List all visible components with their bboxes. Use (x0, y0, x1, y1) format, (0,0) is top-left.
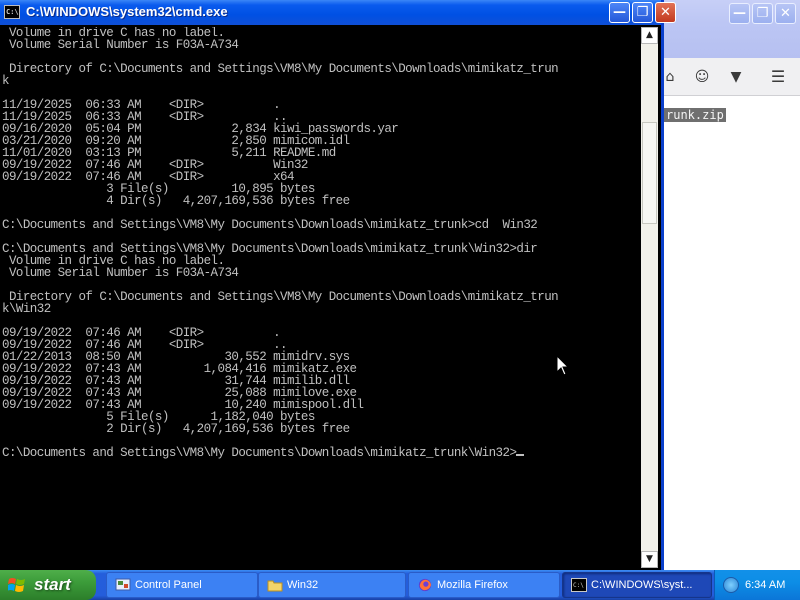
text-cursor (516, 454, 525, 456)
mouse-pointer-icon (556, 355, 570, 376)
console-line: Directory of C:\Documents and Settings\V… (2, 62, 559, 76)
taskbar-item-cmd[interactable]: C:\ C:\WINDOWS\syst... (562, 572, 712, 598)
taskbar-item-label: Mozilla Firefox (437, 579, 508, 591)
taskbar-item-control-panel[interactable]: Control Panel (106, 572, 258, 598)
console-line: Directory of C:\Documents and Settings\V… (2, 290, 559, 304)
download-file-chip[interactable]: runk.zip (664, 108, 726, 122)
console-area[interactable]: Volume in drive C has no label. Volume S… (0, 25, 661, 570)
start-button[interactable]: start (0, 570, 96, 600)
cmd-titlebar[interactable]: C:\ C:\WINDOWS\system32\cmd.exe — ❐ ✕ (0, 0, 676, 25)
network-icon[interactable] (723, 577, 739, 593)
console-line: 4 Dir(s) 4,207,169,536 bytes free (2, 194, 350, 208)
svg-text:C:\: C:\ (573, 582, 584, 589)
console-line: k\Win32 (2, 302, 51, 316)
scroll-thumb[interactable] (642, 122, 657, 224)
firefox-titlebar[interactable]: — ❐ ✕ (664, 0, 800, 58)
firefox-restore-button[interactable]: ❐ (752, 3, 773, 24)
close-button[interactable]: ✕ (655, 2, 676, 23)
menu-icon[interactable]: ☰ (770, 69, 786, 85)
firefox-icon (418, 578, 432, 592)
console-line: Volume Serial Number is F03A-A734 (2, 38, 239, 52)
folder-icon (267, 580, 283, 592)
window-title: C:\WINDOWS\system32\cmd.exe (26, 4, 228, 19)
firefox-window[interactable]: — ❐ ✕ ⌂ ☺ ▼ ☰ runk.zip (664, 0, 800, 570)
console-output: Volume in drive C has no label. Volume S… (2, 27, 640, 568)
clock[interactable]: 6:34 AM (745, 570, 785, 600)
firefox-close-button[interactable]: ✕ (775, 3, 796, 24)
system-tray: 6:34 AM (714, 570, 800, 600)
taskbar-item-firefox[interactable]: Mozilla Firefox (408, 572, 560, 598)
taskbar: start Control Panel Win32 Mozilla Firefo… (0, 570, 800, 600)
scroll-up-arrow-icon[interactable]: ▲ (641, 27, 658, 44)
console-line: 2 Dir(s) 4,207,169,536 bytes free (2, 422, 350, 436)
taskbar-item-win32[interactable]: Win32 (258, 572, 406, 598)
save-icon[interactable]: ▼ (728, 69, 744, 85)
console-line: C:\Documents and Settings\VM8\My Documen… (2, 218, 538, 232)
home-icon[interactable]: ⌂ (662, 69, 678, 85)
console-line: k (2, 74, 10, 88)
start-label: start (34, 575, 71, 594)
windows-logo-icon (8, 578, 25, 592)
console-line: C:\Documents and Settings\VM8\My Documen… (2, 447, 640, 459)
taskbar-item-label: Control Panel (135, 579, 202, 591)
console-line: Volume Serial Number is F03A-A734 (2, 266, 239, 280)
firefox-minimize-button[interactable]: — (729, 3, 750, 24)
taskbar-item-label: C:\WINDOWS\syst... (591, 579, 693, 591)
taskbar-item-label: Win32 (287, 579, 319, 591)
scroll-down-arrow-icon[interactable]: ▼ (641, 551, 658, 568)
control-panel-icon (115, 578, 131, 591)
firefox-toolbar: ⌂ ☺ ▼ ☰ (664, 58, 800, 96)
cmd-window[interactable]: C:\ C:\WINDOWS\system32\cmd.exe — ❐ ✕ Vo… (0, 0, 676, 570)
vertical-scrollbar[interactable]: ▲ ▼ (641, 27, 658, 568)
cmd-icon: C:\ (4, 5, 20, 19)
pocket-icon[interactable]: ☺ (694, 69, 710, 85)
cmd-icon: C:\ (571, 578, 587, 592)
minimize-button[interactable]: — (609, 2, 630, 23)
firefox-content: runk.zip (664, 97, 800, 570)
restore-button[interactable]: ❐ (632, 2, 653, 23)
